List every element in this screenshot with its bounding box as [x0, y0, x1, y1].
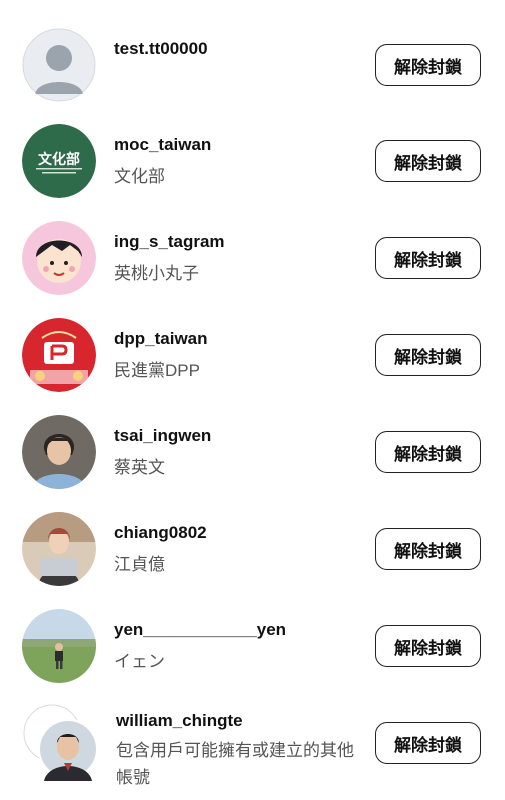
blocked-account-row: tsai_ingwen 蔡英文 解除封鎖: [0, 412, 505, 509]
person-photo-avatar[interactable]: [22, 415, 96, 489]
unblock-button[interactable]: 解除封鎖: [375, 722, 481, 764]
unblock-button[interactable]: 解除封鎖: [375, 237, 481, 279]
account-full-name: 蔡英文: [114, 458, 165, 477]
blocked-accounts-list: test.tt00000 解除封鎖 文化部 moc_taiwan 文化部 解除封…: [0, 0, 505, 800]
blocked-account-row: ing_s_tagram 英桃小丸子 解除封鎖: [0, 218, 505, 315]
unblock-button[interactable]: 解除封鎖: [375, 431, 481, 473]
account-username[interactable]: tsai_ingwen: [114, 426, 211, 446]
account-username[interactable]: ing_s_tagram: [114, 232, 225, 252]
blocked-account-row: test.tt00000 解除封鎖: [0, 25, 505, 122]
account-username[interactable]: william_chingte: [116, 711, 243, 731]
account-username[interactable]: moc_taiwan: [114, 135, 211, 155]
blocked-account-row: yen____________yen イェン 解除封鎖: [0, 606, 505, 703]
blocked-account-row: chiang0802 江貞億 解除封鎖: [0, 509, 505, 606]
account-username[interactable]: test.tt00000: [114, 39, 208, 59]
unblock-button[interactable]: 解除封鎖: [375, 528, 481, 570]
dpp-new-year-avatar[interactable]: [22, 318, 96, 392]
person-laptop-photo-avatar[interactable]: [22, 512, 96, 586]
account-username[interactable]: dpp_taiwan: [114, 329, 208, 349]
cartoon-girl-avatar[interactable]: [22, 221, 96, 295]
account-full-name: 民進黨DPP: [114, 361, 200, 380]
account-full-name: 江貞億: [114, 555, 165, 574]
account-full-name: 文化部: [114, 167, 165, 186]
blocked-account-row: 文化部 moc_taiwan 文化部 解除封鎖: [0, 121, 505, 218]
account-full-name: 英桃小丸子: [114, 264, 199, 283]
account-username[interactable]: chiang0802: [114, 523, 207, 543]
unblock-button[interactable]: 解除封鎖: [375, 44, 481, 86]
blocked-account-row: william_chingte 包含用戶可能擁有或建立的其他帳號 解除封鎖: [0, 703, 505, 800]
ministry-of-culture-logo[interactable]: 文化部: [22, 124, 96, 198]
svg-text:文化部: 文化部: [38, 151, 80, 168]
account-full-name: イェン: [114, 652, 165, 671]
multi-account-avatar[interactable]: [20, 703, 100, 783]
account-username[interactable]: yen____________yen: [114, 620, 286, 640]
child-outdoor-photo-avatar[interactable]: [22, 609, 96, 683]
account-full-name: 包含用戶可能擁有或建立的其他帳號: [116, 741, 354, 787]
unblock-button[interactable]: 解除封鎖: [375, 625, 481, 667]
blocked-account-row: dpp_taiwan 民進黨DPP 解除封鎖: [0, 315, 505, 412]
default-user-avatar-icon[interactable]: [22, 28, 96, 102]
unblock-button[interactable]: 解除封鎖: [375, 140, 481, 182]
unblock-button[interactable]: 解除封鎖: [375, 334, 481, 376]
